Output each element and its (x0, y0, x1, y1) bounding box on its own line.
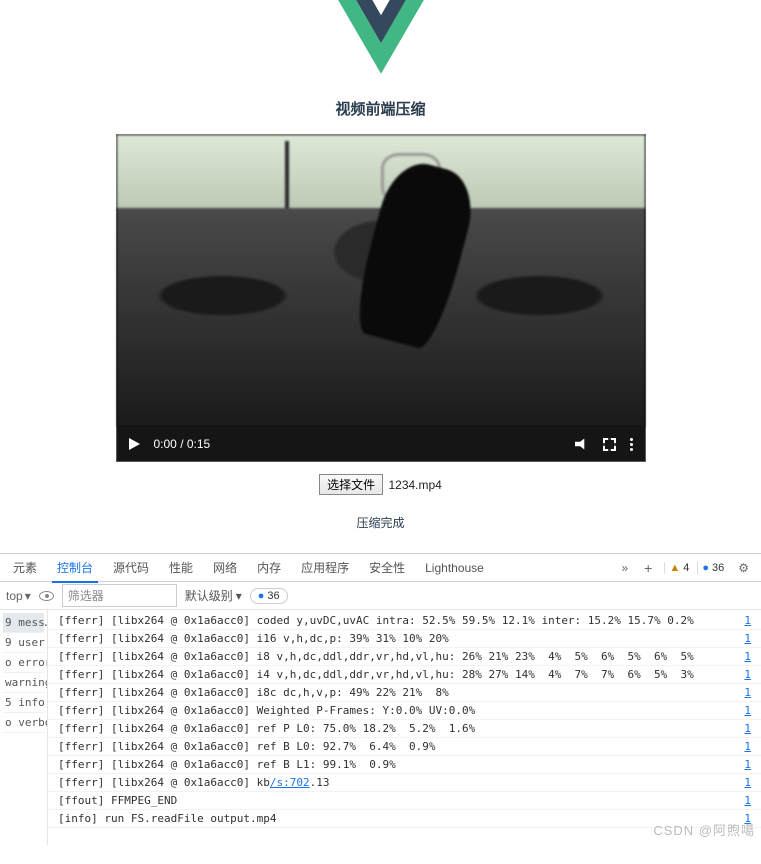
log-line: [fferr] [libx264 @ 0x1a6acc0] kb/s:702.1… (48, 774, 761, 792)
log-line: [info] run FS.readFile output.mp41 (48, 810, 761, 828)
tab-lighthouse[interactable]: Lighthouse (416, 555, 493, 581)
sidebar-item[interactable]: o verbose (3, 713, 44, 733)
sidebar-item[interactable]: o errors (3, 653, 44, 673)
log-line: [fferr] [libx264 @ 0x1a6acc0] ref B L0: … (48, 738, 761, 756)
log-line: [fferr] [libx264 @ 0x1a6acc0] i16 v,h,dc… (48, 630, 761, 648)
tab-network[interactable]: 网络 (204, 553, 246, 582)
source-link[interactable]: 1 (736, 722, 751, 735)
tab-console[interactable]: 控制台 (48, 553, 102, 582)
chevron-down-icon: ▾ (236, 589, 242, 603)
source-link[interactable]: 1 (736, 650, 751, 663)
source-link[interactable]: 1 (736, 812, 751, 825)
issues-pill[interactable]: ● 36 (250, 588, 288, 604)
source-link[interactable]: 1 (736, 758, 751, 771)
source-link[interactable]: 1 (736, 614, 751, 627)
tabs-more-icon[interactable]: » (615, 561, 634, 575)
live-expression-icon[interactable] (39, 591, 54, 601)
info-icon: ● (702, 562, 709, 574)
source-link[interactable]: 1 (736, 668, 751, 681)
warning-icon: ▲ (669, 562, 680, 574)
log-line: [fferr] [libx264 @ 0x1a6acc0] i4 v,h,dc,… (48, 666, 761, 684)
video-controls: 0:00 / 0:15 (117, 427, 645, 461)
tabs-add-icon[interactable]: + (636, 560, 660, 576)
tab-application[interactable]: 应用程序 (292, 553, 358, 582)
page-title: 视频前端压缩 (0, 98, 761, 119)
tab-performance[interactable]: 性能 (160, 553, 202, 582)
status-text: 压缩完成 (0, 514, 761, 531)
source-link[interactable]: 1 (736, 632, 751, 645)
inline-link[interactable]: /s:702 (270, 776, 310, 789)
log-line: [fferr] [libx264 @ 0x1a6acc0] i8c dc,h,v… (48, 684, 761, 702)
video-frame (117, 135, 645, 427)
console-sidebar: 9 mess… 9 user … o errors warnings 5 inf… (0, 610, 48, 845)
video-player[interactable]: 0:00 / 0:15 (116, 134, 646, 462)
tab-sources[interactable]: 源代码 (104, 553, 158, 582)
source-link[interactable]: 1 (736, 704, 751, 717)
source-link[interactable]: 1 (736, 794, 751, 807)
sidebar-item[interactable]: 9 mess… (3, 613, 44, 633)
log-line: [fferr] [libx264 @ 0x1a6acc0] ref P L0: … (48, 720, 761, 738)
volume-icon[interactable] (575, 439, 589, 450)
devtools-panel: 元素 控制台 源代码 性能 网络 内存 应用程序 安全性 Lighthouse … (0, 553, 761, 845)
sidebar-item[interactable]: warnings (3, 673, 44, 693)
fullscreen-icon[interactable] (603, 438, 616, 451)
more-options-icon[interactable] (630, 438, 633, 451)
play-icon[interactable] (129, 438, 140, 450)
tab-elements[interactable]: 元素 (4, 553, 46, 582)
selected-file-name: 1234.mp4 (388, 478, 441, 492)
log-line: [fferr] [libx264 @ 0x1a6acc0] coded y,uv… (48, 612, 761, 630)
tab-security[interactable]: 安全性 (360, 553, 414, 582)
info-dot-icon: ● (258, 590, 265, 602)
info-badge[interactable]: ● 36 (697, 562, 728, 574)
log-line: [fferr] [libx264 @ 0x1a6acc0] i8 v,h,dc,… (48, 648, 761, 666)
tab-memory[interactable]: 内存 (248, 553, 290, 582)
source-link[interactable]: 1 (736, 776, 751, 789)
source-link[interactable]: 1 (736, 686, 751, 699)
warning-badge[interactable]: ▲ 4 (664, 562, 693, 574)
log-line: [fferr] [libx264 @ 0x1a6acc0] Weighted P… (48, 702, 761, 720)
context-select[interactable]: top ▾ (6, 589, 31, 603)
sidebar-item[interactable]: 9 user … (3, 633, 44, 653)
video-time-display: 0:00 / 0:15 (154, 437, 211, 451)
warning-count: 4 (683, 562, 689, 574)
console-toolbar: top ▾ 筛选器 默认级别 ▾ ● 36 (0, 582, 761, 610)
sidebar-item[interactable]: 5 info (3, 693, 44, 713)
log-line: [fferr] [libx264 @ 0x1a6acc0] ref B L1: … (48, 756, 761, 774)
settings-gear-icon[interactable]: ⚙ (730, 561, 757, 575)
log-level-select[interactable]: 默认级别 ▾ (185, 587, 242, 604)
vue-logo-icon (0, 0, 761, 78)
console-log[interactable]: [fferr] [libx264 @ 0x1a6acc0] coded y,uv… (48, 610, 761, 845)
info-count: 36 (712, 562, 724, 574)
chevron-down-icon: ▾ (25, 589, 31, 603)
filter-input[interactable]: 筛选器 (62, 584, 177, 607)
choose-file-button[interactable]: 选择文件 (319, 474, 383, 495)
source-link[interactable]: 1 (736, 740, 751, 753)
log-line: [ffout] FFMPEG_END1 (48, 792, 761, 810)
devtools-tabs: 元素 控制台 源代码 性能 网络 内存 应用程序 安全性 Lighthouse … (0, 554, 761, 582)
